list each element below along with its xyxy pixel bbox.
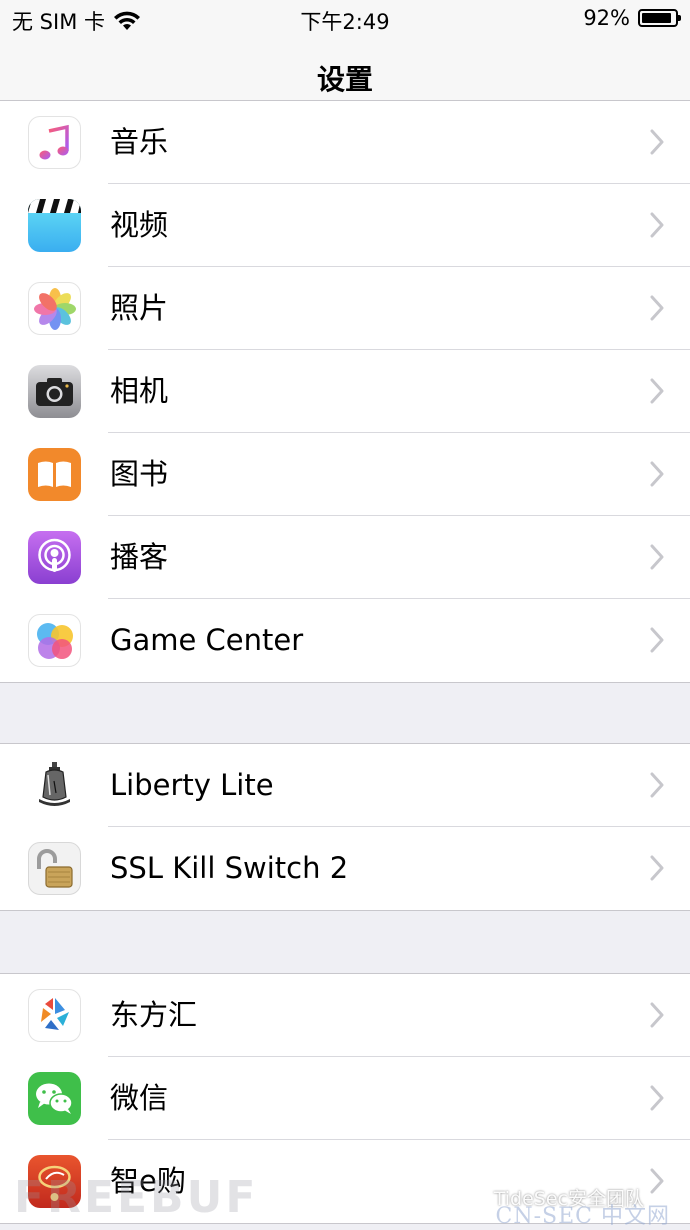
camera-icon xyxy=(28,365,81,418)
settings-row-label: 音乐 xyxy=(110,125,169,159)
game-center-icon xyxy=(28,614,81,667)
settings-row-label: 相机 xyxy=(110,374,169,408)
settings-row-wechat[interactable]: 微信 xyxy=(0,1057,690,1140)
settings-row-label: Game Center xyxy=(110,623,304,657)
settings-row-music[interactable]: 音乐 xyxy=(0,101,690,184)
dongfanghui-icon xyxy=(28,989,81,1042)
settings-row-photos[interactable]: 照片 xyxy=(0,267,690,350)
settings-row-camera[interactable]: 相机 xyxy=(0,350,690,433)
settings-group-apple: 音乐 视频 照片 相机 图书 播客 Game Center xyxy=(0,100,690,683)
chevron-right-icon xyxy=(650,544,664,570)
podcasts-icon xyxy=(28,531,81,584)
settings-row-label: Liberty Lite xyxy=(110,768,274,802)
battery-percent: 92% xyxy=(583,6,630,30)
settings-row-ssl-kill-switch[interactable]: SSL Kill Switch 2 xyxy=(0,827,690,910)
settings-row-label: 照片 xyxy=(110,291,169,325)
chevron-right-icon xyxy=(650,212,664,238)
padlock-icon xyxy=(28,842,81,895)
battery-level xyxy=(642,13,672,23)
settings-row-dongfanghui[interactable]: 东方汇 xyxy=(0,974,690,1057)
battery-icon xyxy=(638,9,681,27)
settings-row-label: 东方汇 xyxy=(110,998,198,1032)
liberty-bell-icon xyxy=(28,759,81,812)
settings-row-label: 图书 xyxy=(110,457,169,491)
settings-row-videos[interactable]: 视频 xyxy=(0,184,690,267)
chevron-right-icon xyxy=(650,1085,664,1111)
settings-row-podcasts[interactable]: 播客 xyxy=(0,516,690,599)
settings-row-label: SSL Kill Switch 2 xyxy=(110,851,349,885)
chevron-right-icon xyxy=(650,129,664,155)
chevron-right-icon xyxy=(650,855,664,881)
status-bar: 无 SIM 卡 下午2:49 92% xyxy=(0,0,690,38)
page-title: 设置 xyxy=(316,63,373,96)
chevron-right-icon xyxy=(650,627,664,653)
chevron-right-icon xyxy=(650,295,664,321)
status-right: 92% xyxy=(583,6,681,30)
chevron-right-icon xyxy=(650,378,664,404)
settings-row-label: 视频 xyxy=(110,208,169,242)
chevron-right-icon xyxy=(650,1002,664,1028)
chevron-right-icon xyxy=(650,1168,664,1194)
books-icon xyxy=(28,448,81,501)
settings-row-label: 播客 xyxy=(110,540,169,574)
cnsec-watermark: CN-SEC 中文网 xyxy=(495,1204,670,1229)
wechat-icon xyxy=(28,1072,81,1125)
settings-row-label: 微信 xyxy=(110,1081,169,1115)
video-icon xyxy=(28,199,81,252)
chevron-right-icon xyxy=(650,461,664,487)
freebuf-watermark: FREEBUF xyxy=(14,1172,259,1223)
settings-row-game-center[interactable]: Game Center xyxy=(0,599,690,682)
chevron-right-icon xyxy=(650,772,664,798)
photos-icon xyxy=(28,282,81,335)
music-icon xyxy=(28,116,81,169)
settings-group-tweaks: Liberty Lite SSL Kill Switch 2 xyxy=(0,743,690,911)
settings-row-books[interactable]: 图书 xyxy=(0,433,690,516)
settings-row-liberty-lite[interactable]: Liberty Lite xyxy=(0,744,690,827)
